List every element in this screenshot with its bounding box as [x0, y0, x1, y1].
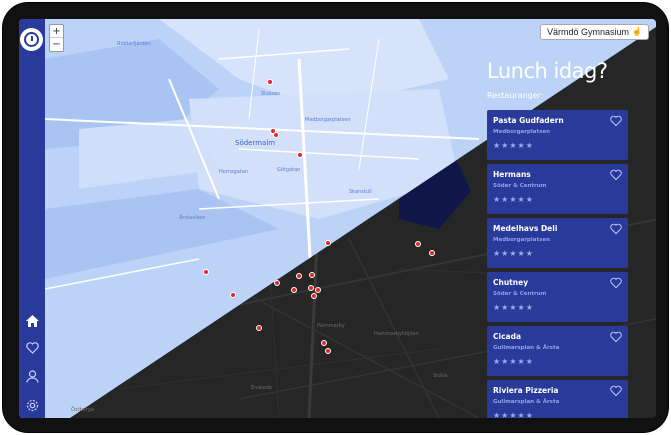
restaurant-area: Gullmarsplan & Årsta — [493, 399, 560, 405]
rating-stars: ★★★★★ — [493, 249, 534, 258]
restaurant-card[interactable]: Chutney Söder & Centrum ★★★★★ — [487, 272, 628, 322]
restaurant-pin[interactable] — [415, 241, 421, 247]
map-label: Östberga — [71, 407, 94, 413]
map-label: Medborgarplatsen — [305, 117, 351, 123]
restaurant-card[interactable]: Pasta Gudfadern Medborgarplatsen ★★★★★ — [487, 110, 628, 160]
restaurant-name: Medelhavs Deli — [493, 224, 558, 233]
user-icon[interactable] — [23, 367, 41, 385]
restaurants-heading: Restauranger: — [487, 91, 544, 100]
restaurant-name: Riviera Pizzeria — [493, 386, 559, 395]
favorite-heart-icon[interactable] — [610, 223, 622, 235]
restaurant-pin[interactable] — [321, 340, 327, 346]
restaurant-card[interactable]: Medelhavs Deli Medborgarplatsen ★★★★★ — [487, 218, 628, 268]
map-label: Hammarby — [317, 323, 345, 329]
app-screen: Hammarbyhöjden Enskede Östberga Sickla H… — [19, 19, 656, 418]
hand-icon: ☝ — [632, 27, 642, 36]
restaurant-pin[interactable] — [230, 292, 236, 298]
zoom-out-button[interactable]: − — [50, 38, 63, 51]
restaurant-area: Söder & Centrum — [493, 291, 547, 297]
map-label: Enskede — [251, 385, 272, 391]
favorite-heart-icon[interactable] — [610, 115, 622, 127]
restaurant-pin[interactable] — [325, 348, 331, 354]
restaurant-card[interactable]: Riviera Pizzeria Gullmarsplan & Årsta ★★… — [487, 380, 628, 418]
map-label: Slussen — [261, 91, 281, 97]
restaurant-area: Medborgarplatsen — [493, 237, 551, 243]
zoom-in-button[interactable]: + — [50, 25, 63, 38]
rating-stars: ★★★★★ — [493, 195, 534, 204]
restaurant-pin[interactable] — [203, 269, 209, 275]
restaurant-area: Medborgarplatsen — [493, 129, 551, 135]
restaurant-card[interactable]: Cicada Gullmarsplan & Årsta ★★★★★ — [487, 326, 628, 376]
map-label: Skanstull — [349, 189, 372, 195]
gear-icon[interactable] — [23, 396, 41, 414]
restaurant-card[interactable]: Hermans Söder & Centrum ★★★★★ — [487, 164, 628, 214]
map-label: Hammarbyhöjden — [374, 331, 419, 337]
sidebar — [19, 19, 45, 418]
restaurant-pin[interactable] — [315, 287, 321, 293]
district-label: Södermalm — [235, 139, 276, 147]
map-label: Riddarfjärden — [117, 41, 151, 47]
map-label: Hornsgatan — [219, 169, 248, 175]
rating-stars: ★★★★★ — [493, 303, 534, 312]
school-name: Värmdö Gymnasium — [547, 27, 630, 37]
school-selector[interactable]: Värmdö Gymnasium ☝ — [540, 24, 649, 40]
restaurant-name: Chutney — [493, 278, 529, 287]
rating-stars: ★★★★★ — [493, 357, 534, 366]
restaurant-pin[interactable] — [274, 280, 280, 286]
restaurant-area: Söder & Centrum — [493, 183, 547, 189]
restaurant-pin[interactable] — [309, 272, 315, 278]
restaurant-pin[interactable] — [297, 152, 303, 158]
home-icon[interactable] — [23, 312, 41, 330]
restaurant-pin[interactable] — [311, 293, 317, 299]
restaurant-name: Pasta Gudfadern — [493, 116, 564, 125]
app-logo[interactable] — [20, 28, 43, 51]
rating-stars: ★★★★★ — [493, 411, 534, 418]
restaurant-pin[interactable] — [273, 132, 279, 138]
restaurant-name: Hermans — [493, 170, 531, 179]
map-label: Årstaviken — [179, 215, 206, 221]
restaurant-pin[interactable] — [308, 285, 314, 291]
zoom-control: + − — [49, 24, 64, 52]
favorite-heart-icon[interactable] — [610, 277, 622, 289]
heart-icon[interactable] — [23, 339, 41, 357]
restaurant-pin[interactable] — [267, 79, 273, 85]
favorite-heart-icon[interactable] — [610, 331, 622, 343]
restaurant-pin[interactable] — [256, 325, 262, 331]
restaurant-pin[interactable] — [325, 240, 331, 246]
favorite-heart-icon[interactable] — [610, 385, 622, 397]
map-label: Götgatan — [277, 167, 301, 173]
rating-stars: ★★★★★ — [493, 141, 534, 150]
page-title: Lunch idag? — [487, 59, 608, 83]
restaurant-list: Pasta Gudfadern Medborgarplatsen ★★★★★ H… — [487, 110, 628, 418]
restaurant-area: Gullmarsplan & Årsta — [493, 345, 560, 351]
map-label: Sickla — [433, 373, 448, 379]
restaurant-pin[interactable] — [291, 287, 297, 293]
tablet-frame: Hammarbyhöjden Enskede Östberga Sickla H… — [2, 2, 669, 433]
restaurant-pin[interactable] — [429, 250, 435, 256]
restaurant-name: Cicada — [493, 332, 522, 341]
favorite-heart-icon[interactable] — [610, 169, 622, 181]
restaurant-pin[interactable] — [296, 273, 302, 279]
